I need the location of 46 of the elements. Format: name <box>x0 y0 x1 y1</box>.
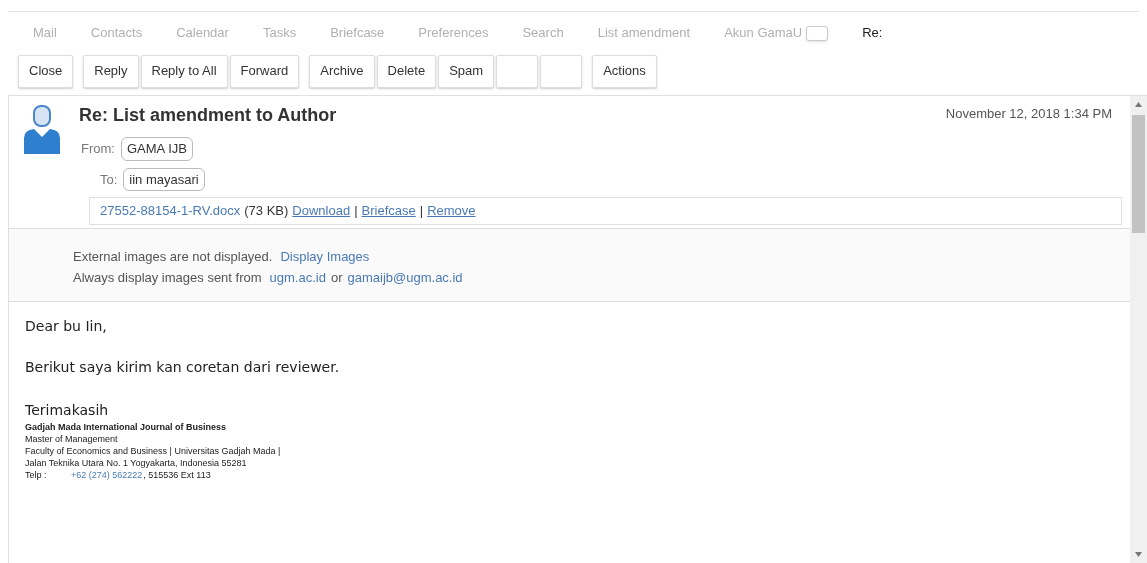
or-text: or <box>330 268 343 287</box>
person-avatar-icon <box>21 104 63 156</box>
closing-text: Terimakasih <box>25 401 110 420</box>
from-label: From: <box>81 140 115 158</box>
toolbar-button[interactable]: Actions <box>592 54 657 88</box>
domain-link[interactable]: ugm.ac.id <box>269 267 326 287</box>
body-text: Berikut saya kirim kan coretan dari reviewer. <box>25 358 341 377</box>
sender-chip[interactable]: GAMA IJB <box>120 137 193 161</box>
toolbar-button[interactable]: Archive <box>309 54 375 88</box>
scrollbar-thumb[interactable] <box>1132 115 1145 233</box>
images-notice: External images are not displayed. <box>73 248 273 266</box>
signature-line: Jalan Teknika Utara No. 1 Yogyakarta, Indonesia 55281 <box>25 457 247 469</box>
address-link[interactable]: gamaijb@ugm.ac.id <box>347 267 463 287</box>
to-label: To: <box>100 170 118 189</box>
separator: | <box>354 202 358 221</box>
attachment-link[interactable]: 27552-88154-1-RV.docx <box>100 201 241 221</box>
separator: | <box>419 202 424 221</box>
attachment-size: (73 KB) <box>244 202 289 221</box>
attachment-action-link[interactable]: Download <box>292 201 351 221</box>
message-subject: Re: List amendment to Author <box>79 104 337 127</box>
toolbar-button[interactable] <box>540 54 583 88</box>
scrollbar[interactable] <box>1130 96 1147 563</box>
display-images-link[interactable]: Display Images <box>280 247 370 267</box>
signature-line: Faculty of Economics and Business | Universitas Gadjah Mada | <box>25 445 281 457</box>
attachment-action-link[interactable]: Briefcase <box>361 201 416 221</box>
tab-close-box[interactable] <box>806 25 829 41</box>
toolbar-button[interactable]: Spam <box>438 54 495 88</box>
toolbar-button[interactable]: Reply <box>83 54 139 88</box>
signature-line: Gadjah Mada International Journal of Business <box>25 421 227 433</box>
phone-label: Telp : <box>25 469 48 481</box>
toolbar-button[interactable]: Reply to All <box>140 54 228 88</box>
phone-link[interactable]: +62 (274) 562222 <box>71 469 143 481</box>
scroll-up-icon[interactable] <box>1135 102 1142 107</box>
nav-tab[interactable]: Re: <box>862 23 883 43</box>
toolbar-button[interactable]: Delete <box>376 54 437 88</box>
greeting-text: Dear bu Iin, <box>25 317 108 336</box>
toolbar-button[interactable] <box>496 54 539 88</box>
phone-rest: , 515536 Ext 113 <box>143 469 211 481</box>
scroll-down-icon[interactable] <box>1135 552 1142 557</box>
recipient-chip[interactable]: iin mayasari <box>123 167 205 191</box>
message-date: November 12, 2018 1:34 PM <box>945 105 1112 123</box>
toolbar-button[interactable]: Close <box>18 54 74 88</box>
attachment-action-link[interactable]: Remove <box>427 201 476 221</box>
toolbar-button[interactable]: Forward <box>229 54 300 88</box>
always-display-text: Always display images sent from <box>73 268 262 287</box>
signature-line: Master of Management <box>25 433 118 445</box>
